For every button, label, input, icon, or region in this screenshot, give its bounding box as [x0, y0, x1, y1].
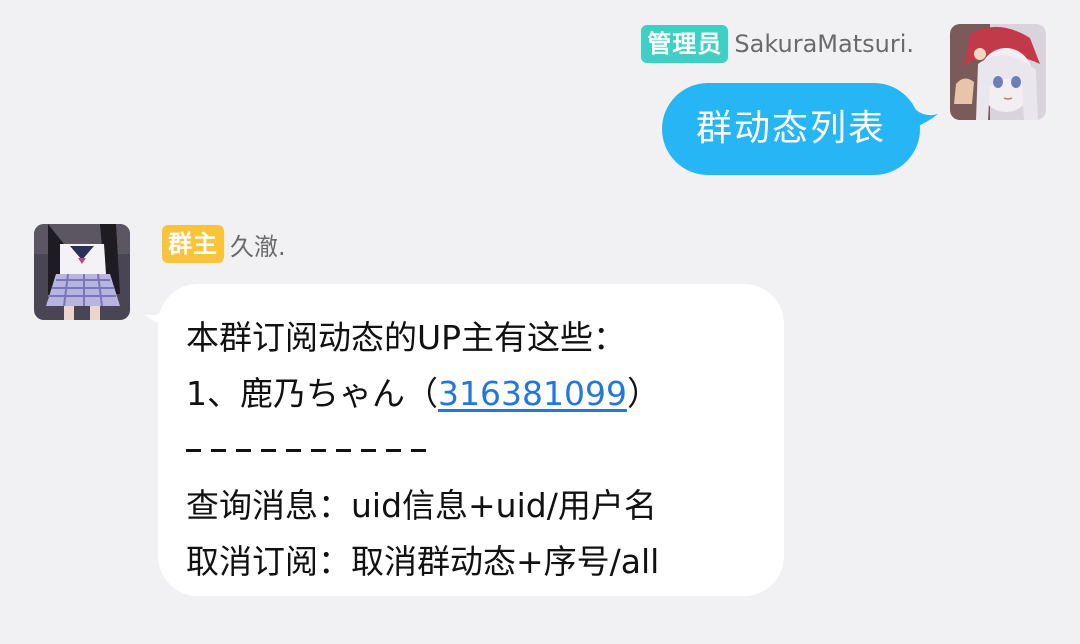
message-line: 1、鹿乃ちゃん（ 316381099）: [186, 366, 760, 422]
sender-nickname[interactable]: SakuraMatsuri.: [734, 30, 914, 58]
text-divider: [186, 422, 760, 478]
sender-info-incoming: 群主 久澈.: [162, 224, 286, 264]
outgoing-message-text: 群动态列表: [695, 108, 886, 149]
anime-girl-avatar-icon: [34, 224, 130, 320]
owner-badge: 群主: [162, 225, 224, 263]
chat-area: 管理员 SakuraMatsuri. 群动态列表 群主 久澈. 本群订阅动态的U…: [0, 0, 1080, 644]
uid-link[interactable]: 316381099: [438, 366, 627, 422]
list-item-prefix: 1、鹿乃ちゃん（: [186, 374, 438, 413]
message-line: 本群订阅动态的UP主有这些：: [186, 318, 627, 357]
bubble-tail-icon: [914, 108, 938, 128]
sender-info-outgoing: 管理员 SakuraMatsuri.: [641, 24, 914, 64]
message-line: 取消订阅：取消群动态+序号/all: [186, 542, 660, 581]
sender-nickname[interactable]: 久澈.: [230, 227, 286, 262]
incoming-message-bubble[interactable]: 本群订阅动态的UP主有这些： 1、鹿乃ちゃん（ 316381099） 查询消息：u…: [158, 284, 784, 596]
list-item-suffix: ）: [626, 374, 660, 413]
anime-girl-avatar-icon: [950, 24, 1046, 120]
avatar[interactable]: [950, 24, 1046, 120]
admin-badge: 管理员: [641, 25, 729, 63]
avatar[interactable]: [34, 224, 130, 320]
outgoing-message-bubble[interactable]: 群动态列表: [662, 83, 920, 175]
message-line: 查询消息：uid信息+uid/用户名: [186, 486, 657, 525]
